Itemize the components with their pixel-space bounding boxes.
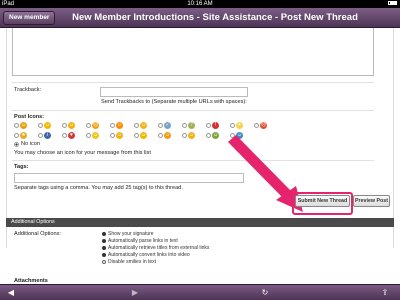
browser-toolbar: ◀ ▶ ↻ ⇪	[0, 284, 400, 300]
back-arrow-icon[interactable]: ◀	[4, 286, 18, 300]
option-checkbox[interactable]	[102, 253, 106, 257]
option-item[interactable]: Disable smilies in text	[102, 259, 156, 265]
post-form: Trackback: Send Trackbacks to (Separate …	[0, 28, 400, 284]
share-icon[interactable]: ⇪	[378, 286, 392, 300]
option-item[interactable]: Automatically parse links in text	[102, 238, 178, 244]
option-checkbox[interactable]	[102, 260, 106, 264]
additional-options-header: Additional Options	[6, 218, 394, 227]
option-checkbox[interactable]	[102, 239, 106, 243]
option-label: Automatically parse links in text	[108, 238, 178, 244]
nav-bar: New member New Member Introductions - Si…	[0, 8, 400, 28]
option-checkbox[interactable]	[102, 246, 106, 250]
preview-button[interactable]: Preview Post	[353, 195, 390, 207]
option-item[interactable]: Automatically retrieve titles from exter…	[102, 245, 209, 251]
back-button[interactable]: New member	[3, 11, 56, 25]
option-item[interactable]: Automatically convert links into video	[102, 252, 190, 258]
additional-options-label: Additional Options:	[14, 231, 61, 237]
option-label: Disable smilies in text	[108, 259, 157, 265]
battery-icon	[386, 0, 397, 8]
submit-button[interactable]: Submit New Thread	[295, 195, 350, 207]
refresh-icon[interactable]: ↻	[258, 286, 272, 300]
page-title: New Member Introductions - Site Assistan…	[72, 12, 358, 23]
forward-arrow-icon[interactable]: ▶	[128, 286, 142, 300]
clock: 10:16 AM	[187, 1, 213, 7]
option-label: Show your signature	[108, 231, 154, 237]
option-checkbox[interactable]	[102, 232, 106, 236]
option-label: Automatically convert links into video	[108, 252, 190, 258]
option-item[interactable]: Show your signature	[102, 231, 154, 237]
status-bar: iPad 10:16 AM	[0, 0, 400, 8]
option-label: Automatically retrieve titles from exter…	[108, 245, 210, 251]
